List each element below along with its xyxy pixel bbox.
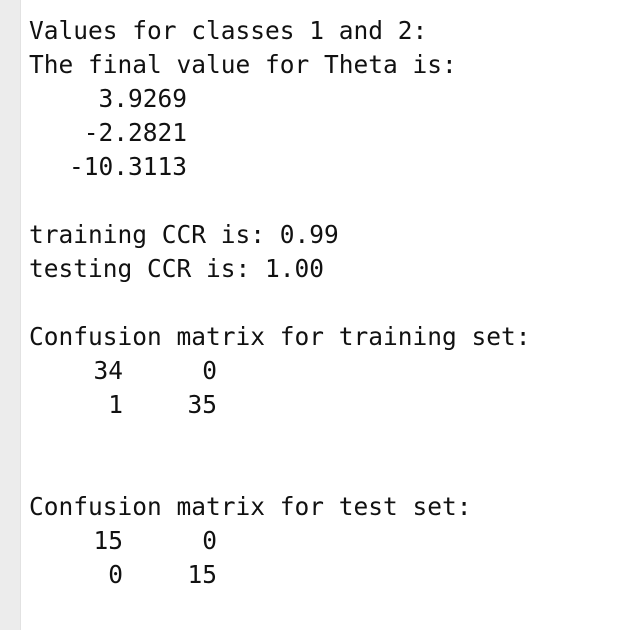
testing-ccr: testing CCR is: 1.00 (29, 254, 325, 283)
matrix-cell: 0 (202, 526, 217, 555)
matrix-cell: 0 (202, 356, 217, 385)
matrix-cell: 0 (108, 560, 123, 589)
theta-value-row: 3.9269 (29, 82, 624, 116)
test-matrix-row: 15 0 (29, 524, 624, 558)
theta-value: -10.3113 (68, 152, 187, 181)
matrix-cell: 34 (93, 356, 123, 385)
matrix-cell: 35 (187, 390, 217, 419)
test-matrix-row: 0 15 (29, 558, 624, 592)
train-matrix-row: 1 35 (29, 388, 624, 422)
theta-value: -2.2821 (83, 118, 187, 147)
matrix-cell: 15 (93, 526, 123, 555)
command-window-output[interactable]: Values for classes 1 and 2: The final va… (29, 14, 624, 630)
theta-label: The final value for Theta is: (29, 50, 457, 79)
matrix-cell: 1 (108, 390, 123, 419)
test-matrix-label: Confusion matrix for test set: (29, 492, 472, 521)
console-left-gutter (0, 0, 21, 630)
output-heading: Values for classes 1 and 2: (29, 16, 428, 45)
theta-value-row: -2.2821 (29, 116, 624, 150)
train-matrix-label: Confusion matrix for training set: (29, 322, 531, 351)
matrix-cell: 15 (187, 560, 217, 589)
training-ccr: training CCR is: 0.99 (29, 220, 339, 249)
theta-value: 3.9269 (98, 84, 187, 113)
train-matrix-row: 34 0 (29, 354, 624, 388)
theta-value-row: -10.3113 (29, 150, 624, 184)
